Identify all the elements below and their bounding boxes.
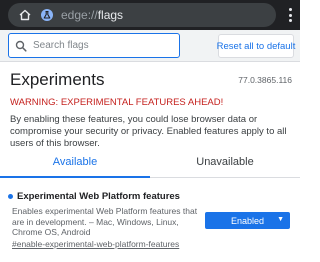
experiment-state-value: Enabled <box>230 215 265 226</box>
reset-all-button[interactable]: Reset all to default <box>217 34 295 58</box>
experiment-state-select[interactable]: Enabled ▼ <box>205 212 290 229</box>
version-label: 77.0.3865.116 <box>238 75 292 85</box>
modified-indicator-dot <box>8 194 13 199</box>
address-bar[interactable]: edge://flags <box>8 3 276 27</box>
url-text: edge://flags <box>61 8 123 22</box>
search-icon <box>15 40 27 52</box>
search-input[interactable] <box>33 40 173 51</box>
search-bar: Reset all to default <box>0 30 300 62</box>
url-scheme: edge:// <box>61 8 98 22</box>
disclaimer-text: By enabling these features, you could lo… <box>10 114 287 149</box>
tab-bar: Available Unavailable <box>0 146 300 178</box>
home-icon[interactable] <box>17 7 33 23</box>
url-path: flags <box>97 8 124 22</box>
browser-toolbar: edge://flags <box>0 0 300 30</box>
dropdown-arrow-icon: ▼ <box>277 216 284 223</box>
experiment-permalink[interactable]: #enable-experimental-web-platform-featur… <box>12 239 179 249</box>
more-vert-icon[interactable] <box>286 6 294 24</box>
selected-tab-indicator <box>0 176 150 178</box>
flask-icon <box>39 7 55 23</box>
experiment-description: Enables experimental Web Platform featur… <box>12 206 198 237</box>
experiment-title: Experimental Web Platform features <box>17 191 180 202</box>
page-title: Experiments <box>10 70 105 89</box>
warning-text: WARNING: EXPERIMENTAL FEATURES AHEAD! <box>10 97 224 108</box>
tab-unavailable[interactable]: Unavailable <box>150 146 300 178</box>
experiment-item: Experimental Web Platform features Enabl… <box>0 187 300 262</box>
tab-available[interactable]: Available <box>0 146 150 178</box>
search-field[interactable] <box>8 33 180 58</box>
